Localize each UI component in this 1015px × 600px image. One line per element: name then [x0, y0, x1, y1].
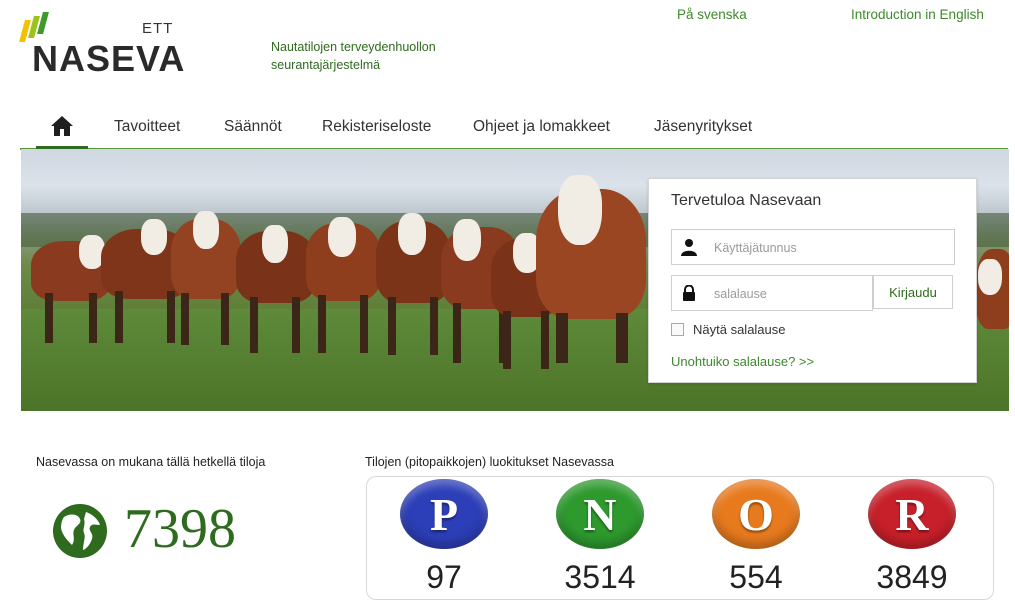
show-password-label: Näytä salalause — [693, 322, 786, 337]
lock-icon — [672, 276, 706, 310]
class-count-n: 3514 — [564, 559, 636, 595]
login-title: Tervetuloa Nasevaan — [671, 192, 822, 209]
class-badge-n[interactable]: N — [556, 479, 644, 549]
nav-item-jasenyritykset[interactable]: Jäsenyritykset — [654, 118, 752, 136]
cow-shape — [976, 249, 1009, 329]
naseva-logo[interactable]: ETT NASEVA — [19, 8, 190, 79]
nav-item-rekisteriseloste[interactable]: Rekisteriseloste — [322, 118, 431, 136]
cow-shape — [171, 211, 241, 345]
logo-name-text: NASEVA — [32, 38, 186, 79]
class-count-o: 554 — [729, 559, 783, 595]
login-panel: Tervetuloa Nasevaan Kirjaudu Näytä salal… — [648, 178, 977, 383]
nav-item-ohjeet[interactable]: Ohjeet ja lomakkeet — [473, 118, 610, 136]
site-tagline: Nautatilojen terveydenhuollon seurantajä… — [271, 38, 511, 74]
classifications-label: Tilojen (pitopaikkojen) luokitukset Nase… — [365, 455, 614, 469]
class-badge-p[interactable]: P — [400, 479, 488, 549]
home-icon — [51, 116, 73, 136]
class-badge-o[interactable]: O — [712, 479, 800, 549]
classifications-panel: P 97 N 3514 O 554 R 3849 — [366, 476, 994, 600]
main-nav: Tavoitteet Säännöt Rekisteriseloste Ohje… — [20, 110, 1008, 150]
logo-ett-text: ETT — [142, 20, 174, 37]
class-count-r: 3849 — [876, 559, 948, 595]
tagline-line-2: seurantajärjestelmä — [271, 58, 381, 72]
password-field-wrap — [671, 275, 936, 311]
nav-item-saannot[interactable]: Säännöt — [224, 118, 282, 136]
cow-shape — [31, 235, 111, 343]
farms-count-label: Nasevassa on mukana tällä hetkellä tiloj… — [36, 455, 266, 469]
cow-shape — [236, 225, 316, 353]
forgot-password-link[interactable]: Unohtuiko salalause? >> — [671, 354, 814, 369]
username-field-wrap — [671, 229, 955, 265]
cow-shape — [306, 217, 381, 353]
cow-shape — [376, 213, 451, 355]
swedish-language-link[interactable]: På svenska — [677, 7, 747, 22]
class-badge-r[interactable]: R — [868, 479, 956, 549]
login-button[interactable]: Kirjaudu — [873, 275, 953, 309]
nav-home[interactable] — [36, 110, 88, 150]
class-count-p: 97 — [426, 559, 462, 595]
show-password-toggle[interactable]: Näytä salalause — [671, 322, 786, 337]
nav-item-tavoitteet[interactable]: Tavoitteet — [114, 118, 180, 136]
globe-icon — [52, 503, 108, 559]
english-language-link[interactable]: Introduction in English — [851, 7, 984, 22]
show-password-checkbox[interactable] — [671, 323, 684, 336]
username-input[interactable] — [712, 236, 936, 260]
farms-count-value: 7398 — [124, 498, 236, 560]
tagline-line-1: Nautatilojen terveydenhuollon — [271, 40, 436, 54]
user-icon — [672, 230, 706, 264]
cow-shape — [536, 175, 646, 363]
